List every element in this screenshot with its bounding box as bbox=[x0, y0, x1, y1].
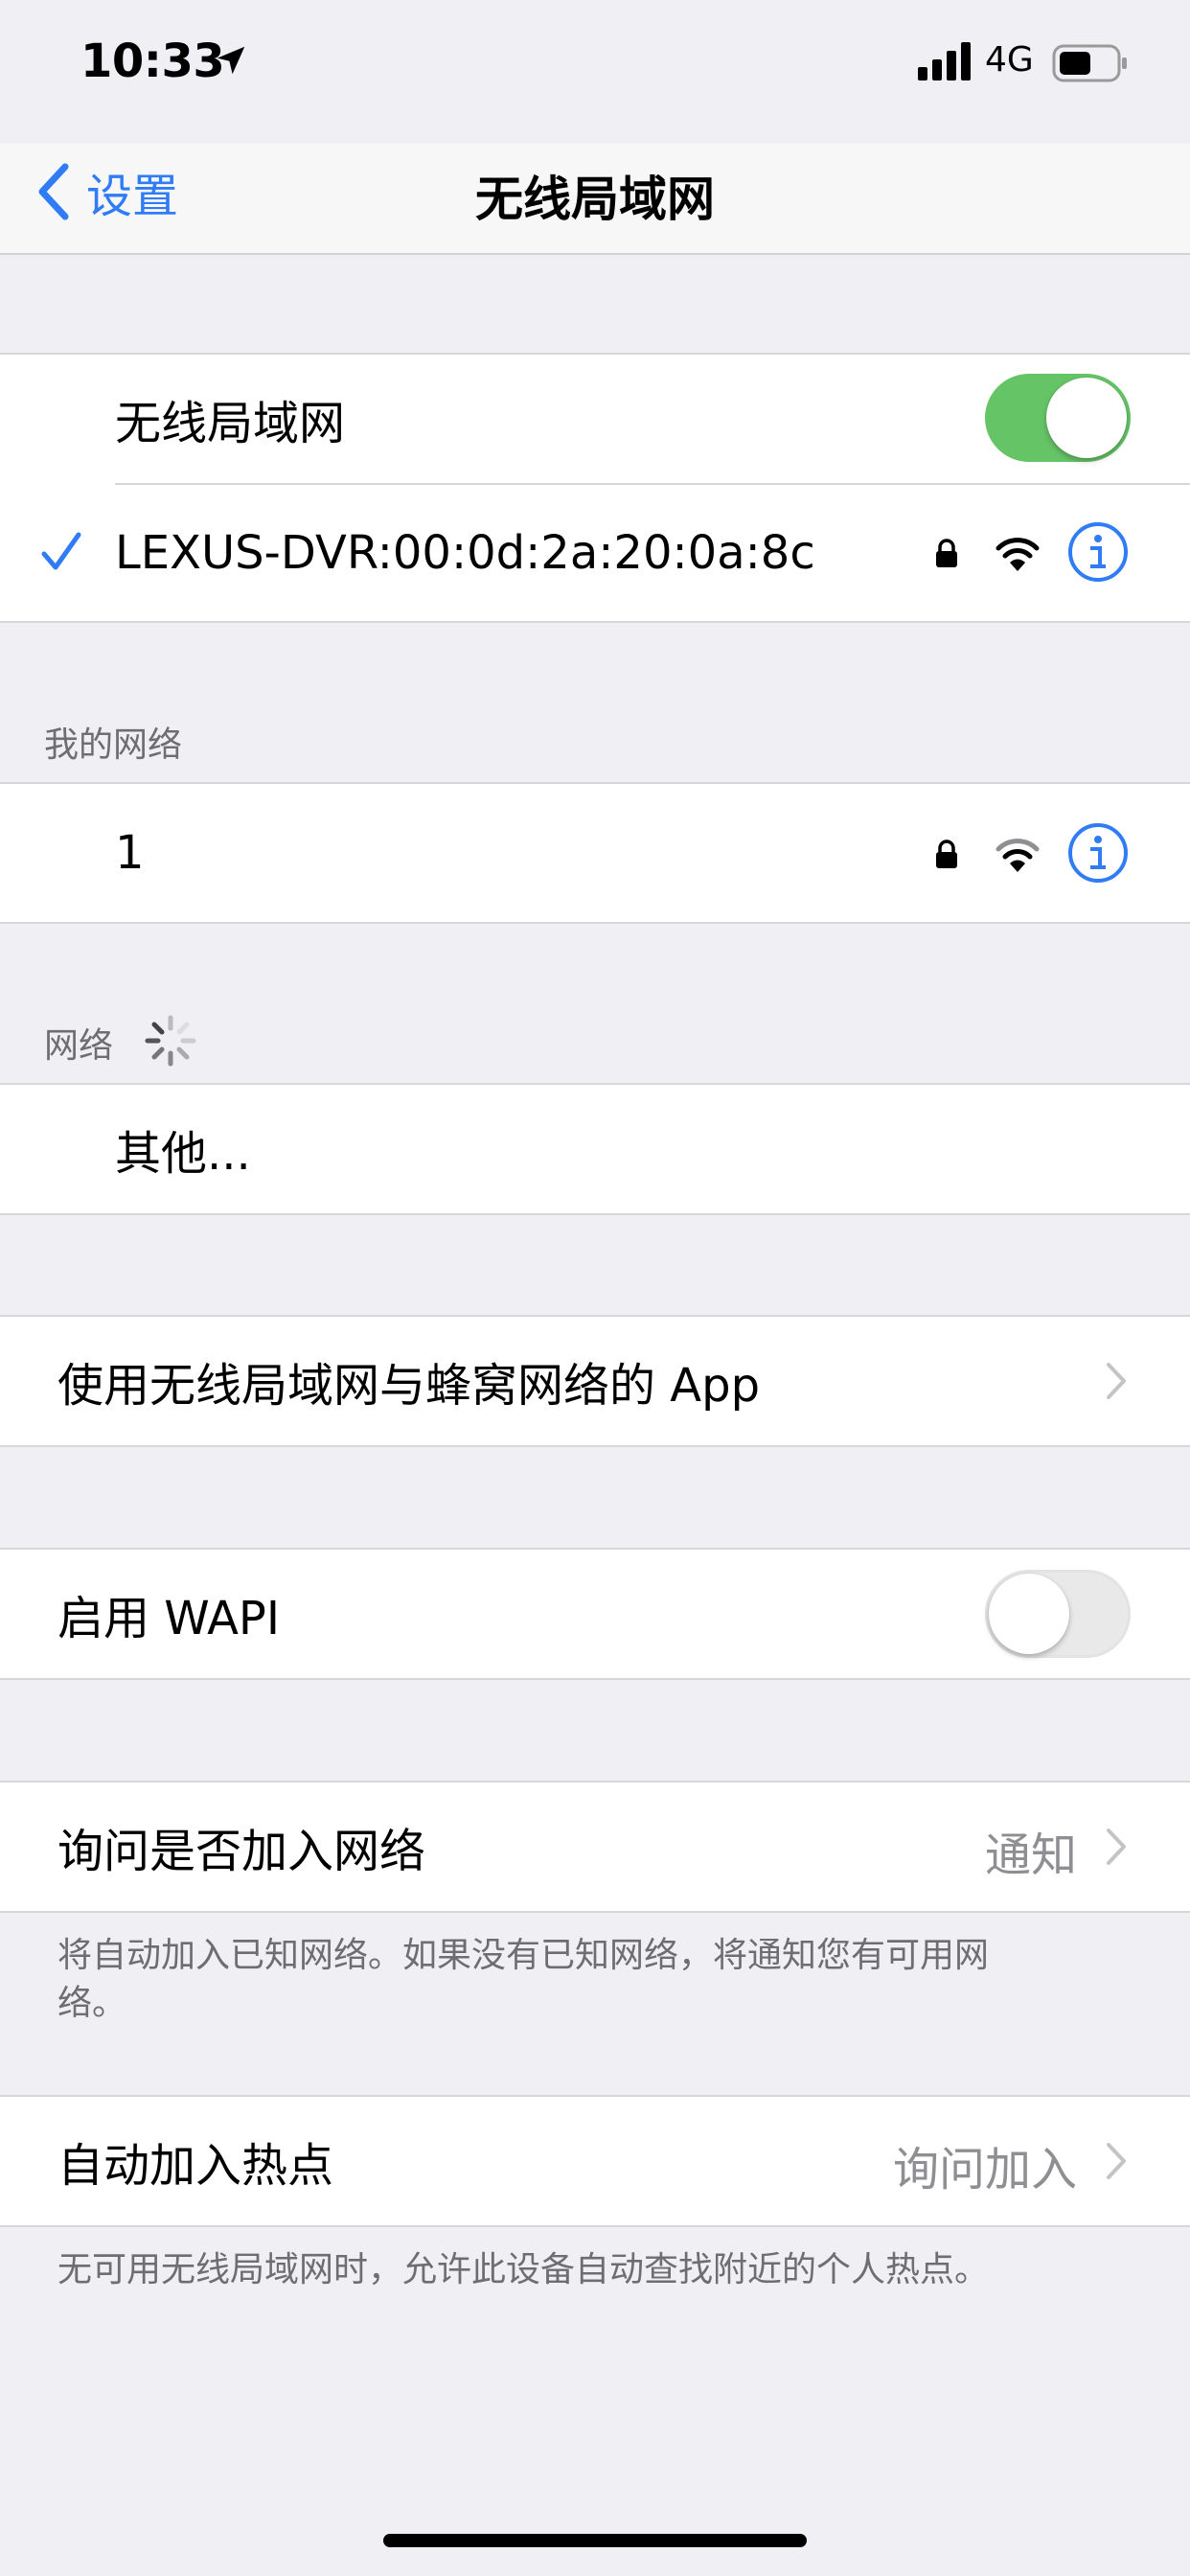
other-network-row[interactable]: 其他... bbox=[0, 1085, 1190, 1213]
chevron-right-icon bbox=[1107, 2143, 1126, 2179]
lock-icon bbox=[936, 840, 957, 868]
networks-header: 网络 bbox=[44, 1026, 114, 1066]
network-name: 1 bbox=[115, 826, 145, 880]
connected-network-row[interactable]: LEXUS-DVR:00:0d:2a:20:0a:8c bbox=[0, 485, 1190, 621]
ask-join-label: 询问是否加入网络 bbox=[57, 1825, 426, 1878]
list-item[interactable]: 1 bbox=[0, 784, 1190, 922]
chevron-right-icon bbox=[1107, 1828, 1126, 1865]
auto-hotspot-footer: 无可用无线局域网时，允许此设备自动查找附近的个人热点。 bbox=[57, 2250, 990, 2289]
other-network-label: 其他... bbox=[115, 1127, 251, 1181]
apps-row-label: 使用无线局域网与蜂窝网络的 App bbox=[57, 1359, 761, 1413]
ask-join-group: 询问是否加入网络 通知 bbox=[0, 1781, 1190, 1913]
wifi-toggle-label: 无线局域网 bbox=[115, 397, 346, 450]
lock-icon bbox=[936, 539, 957, 567]
loading-spinner-icon bbox=[145, 1015, 196, 1067]
battery-icon bbox=[1052, 44, 1127, 82]
info-icon[interactable] bbox=[1067, 822, 1129, 884]
auto-hotspot-row[interactable]: 自动加入热点 询问加入 bbox=[0, 2097, 1190, 2225]
toggle-knob bbox=[989, 1574, 1069, 1654]
wapi-label: 启用 WAPI bbox=[57, 1592, 281, 1645]
checkmark-icon bbox=[41, 532, 81, 570]
wifi-toggle[interactable] bbox=[985, 374, 1131, 462]
wapi-group: 启用 WAPI bbox=[0, 1548, 1190, 1680]
auto-hotspot-group: 自动加入热点 询问加入 bbox=[0, 2095, 1190, 2227]
wifi-signal-icon bbox=[995, 538, 1040, 571]
status-time: 10:33 bbox=[80, 34, 225, 88]
network-type-label: 4G bbox=[985, 40, 1034, 80]
ask-join-value: 通知 bbox=[984, 1828, 1077, 1882]
location-arrow-icon bbox=[217, 46, 245, 75]
wifi-toggle-row: 无线局域网 bbox=[0, 355, 1190, 483]
networks-group: 其他... bbox=[0, 1083, 1190, 1215]
apps-row[interactable]: 使用无线局域网与蜂窝网络的 App bbox=[0, 1317, 1190, 1445]
connected-network-name: LEXUS-DVR:00:0d:2a:20:0a:8c bbox=[115, 526, 815, 580]
toggle-knob bbox=[1046, 378, 1127, 458]
chevron-right-icon bbox=[1107, 1363, 1126, 1399]
my-networks-group: 1 bbox=[0, 782, 1190, 924]
apps-group: 使用无线局域网与蜂窝网络的 App bbox=[0, 1315, 1190, 1447]
home-indicator[interactable] bbox=[383, 2534, 807, 2547]
ask-join-footer: 将自动加入已知网络。如果没有已知网络，将通知您有可用网络。 bbox=[57, 1936, 990, 2023]
wifi-group: 无线局域网 LEXUS-DVR:00:0d:2a:20:0a:8c bbox=[0, 353, 1190, 623]
auto-hotspot-label: 自动加入热点 bbox=[57, 2139, 334, 2193]
info-icon[interactable] bbox=[1067, 521, 1129, 583]
wifi-signal-icon bbox=[995, 839, 1040, 872]
auto-hotspot-value: 询问加入 bbox=[892, 2143, 1077, 2196]
page-title: 无线局域网 bbox=[475, 172, 715, 227]
wapi-toggle[interactable] bbox=[985, 1570, 1131, 1658]
cellular-signal-icon bbox=[918, 42, 971, 80]
wapi-row: 启用 WAPI bbox=[0, 1550, 1190, 1678]
ask-join-row[interactable]: 询问是否加入网络 通知 bbox=[0, 1782, 1190, 1911]
my-networks-header: 我的网络 bbox=[44, 725, 183, 765]
